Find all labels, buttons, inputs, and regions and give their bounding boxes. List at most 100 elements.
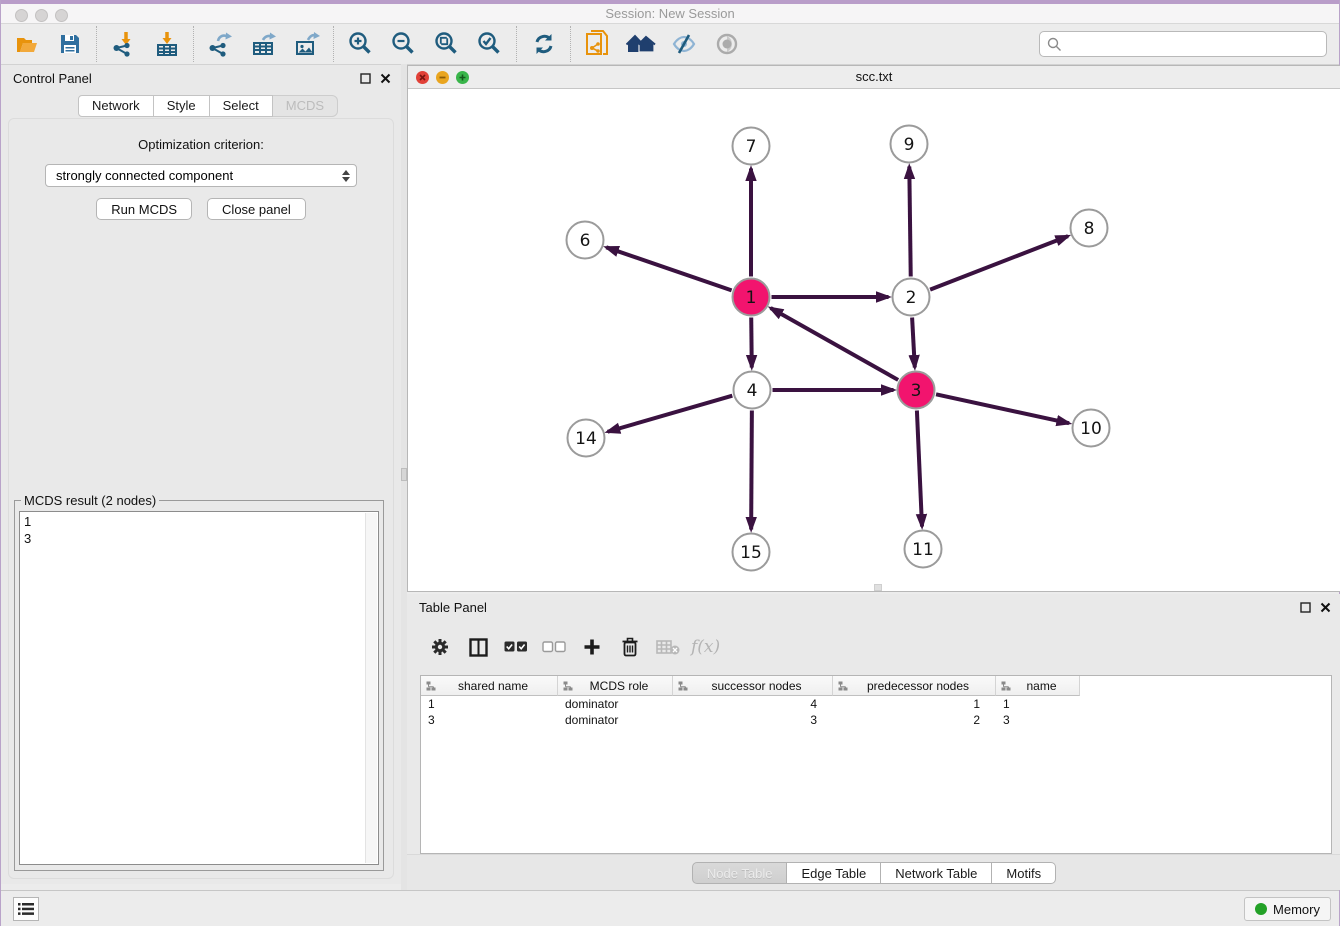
save-session-button[interactable]: [48, 26, 91, 62]
minimize-window-button[interactable]: [35, 9, 48, 22]
delete-columns-button[interactable]: [611, 632, 649, 662]
tab-select[interactable]: Select: [210, 95, 273, 117]
table-tabs: Node TableEdge TableNetwork TableMotifs: [407, 862, 1340, 884]
deselect-all-columns-button[interactable]: [535, 632, 573, 662]
network-window-titlebar[interactable]: scc.txt: [408, 66, 1340, 89]
column-header-predecessor-nodes[interactable]: predecessor nodes: [833, 676, 996, 696]
float-panel-icon[interactable]: [359, 72, 371, 84]
close-panel-button[interactable]: Close panel: [207, 198, 306, 220]
network-graph[interactable]: 7 9 6 8 1 2 4 3 14 10 15 11: [408, 89, 1340, 591]
table-cell: 1: [421, 696, 558, 712]
export-image-button[interactable]: [285, 26, 328, 62]
edge-1-6[interactable]: [606, 247, 731, 290]
node-2[interactable]: 2: [893, 279, 930, 316]
node-3[interactable]: 3: [898, 372, 935, 409]
node-4[interactable]: 4: [734, 372, 771, 409]
open-session-button[interactable]: [5, 26, 48, 62]
node-9[interactable]: 9: [891, 126, 928, 163]
column-header-shared-name[interactable]: shared name: [421, 676, 558, 696]
create-column-button[interactable]: [573, 632, 611, 662]
table-settings-button[interactable]: [421, 632, 459, 662]
column-header-successor-nodes[interactable]: successor nodes: [673, 676, 833, 696]
network-close-button[interactable]: [416, 71, 429, 84]
edge-3-1[interactable]: [771, 308, 899, 380]
task-history-button[interactable]: [13, 897, 39, 921]
close-table-panel-icon[interactable]: [1319, 601, 1331, 613]
export-table-icon: [251, 31, 277, 57]
edge-4-14[interactable]: [608, 396, 733, 432]
gear-icon: [430, 637, 450, 657]
show-home-networks-button[interactable]: [619, 26, 662, 62]
column-header-name[interactable]: name: [996, 676, 1080, 696]
zoom-fit-button[interactable]: [425, 26, 468, 62]
network-window-controls: [416, 71, 469, 84]
table-row[interactable]: 3dominator323: [421, 712, 1331, 728]
column-header-MCDS-role[interactable]: MCDS role: [558, 676, 673, 696]
node-table: shared nameMCDS rolesuccessor nodesprede…: [420, 675, 1332, 854]
export-network-button[interactable]: [199, 26, 242, 62]
edge-3-11[interactable]: [917, 410, 922, 526]
node-11[interactable]: 11: [905, 531, 942, 568]
node-label: 1: [746, 288, 757, 308]
table-cell: 1: [833, 696, 996, 712]
zoom-selected-button[interactable]: [468, 26, 511, 62]
main-toolbar: [1, 24, 1339, 65]
tab-network[interactable]: Network: [78, 95, 154, 117]
node-6[interactable]: 6: [567, 222, 604, 259]
node-8[interactable]: 8: [1071, 210, 1108, 247]
node-label: 9: [904, 135, 915, 155]
show-columns-button[interactable]: [459, 632, 497, 662]
import-table-button[interactable]: [145, 26, 188, 62]
node-10[interactable]: 10: [1073, 410, 1110, 447]
zoom-in-button[interactable]: [339, 26, 382, 62]
tab-mcds[interactable]: MCDS: [273, 95, 338, 117]
edge-1-4[interactable]: [751, 317, 752, 367]
edge-2-3[interactable]: [912, 317, 915, 367]
search-input[interactable]: [1039, 31, 1327, 57]
eye-slash-icon: [671, 32, 697, 56]
table-row[interactable]: 1dominator411: [421, 696, 1331, 712]
node-7[interactable]: 7: [733, 128, 770, 165]
edge-2-9[interactable]: [909, 166, 910, 276]
node-1[interactable]: 1: [733, 279, 770, 316]
mcds-result-box[interactable]: 13: [19, 511, 379, 865]
run-mcds-button[interactable]: Run MCDS: [96, 198, 192, 220]
node-15[interactable]: 15: [733, 534, 770, 571]
float-table-panel-icon[interactable]: [1299, 601, 1311, 613]
zoom-window-button[interactable]: [55, 9, 68, 22]
memory-button[interactable]: Memory: [1244, 897, 1331, 921]
network-canvas[interactable]: 7 9 6 8 1 2 4 3 14 10 15 11: [408, 89, 1340, 591]
horizontal-splitter-grip[interactable]: [874, 584, 882, 591]
select-all-columns-button[interactable]: [497, 632, 535, 662]
result-line: 3: [24, 530, 374, 547]
tab-motifs[interactable]: Motifs: [992, 862, 1056, 884]
import-table-icon: [155, 31, 179, 57]
import-network-button[interactable]: [102, 26, 145, 62]
close-panel-icon[interactable]: [379, 72, 391, 84]
show-graphics-details-button[interactable]: [705, 26, 748, 62]
clone-network-button[interactable]: [576, 26, 619, 62]
edge-4-15[interactable]: [751, 410, 752, 529]
fx-label: f(x): [689, 637, 720, 657]
result-scrollbar[interactable]: [365, 513, 377, 863]
edge-3-10[interactable]: [936, 394, 1069, 423]
tab-style[interactable]: Style: [154, 95, 210, 117]
hide-graphics-details-button[interactable]: [662, 26, 705, 62]
network-zoom-button[interactable]: [456, 71, 469, 84]
node-14[interactable]: 14: [568, 420, 605, 457]
table-panel: Table Panel: [407, 594, 1340, 890]
close-window-button[interactable]: [15, 9, 28, 22]
refresh-view-button[interactable]: [522, 26, 565, 62]
tab-node-table[interactable]: Node Table: [692, 862, 788, 884]
control-panel-header: Control Panel: [1, 65, 401, 91]
tab-network-table[interactable]: Network Table: [881, 862, 992, 884]
result-line: 1: [24, 513, 374, 530]
export-table-button[interactable]: [242, 26, 285, 62]
table-cell: 4: [673, 696, 833, 712]
zoom-out-button[interactable]: [382, 26, 425, 62]
tab-edge-table[interactable]: Edge Table: [787, 862, 881, 884]
criterion-select[interactable]: strongly connected component: [45, 164, 357, 187]
optimization-criterion-label: Optimization criterion:: [9, 137, 393, 152]
network-minimize-button[interactable]: [436, 71, 449, 84]
edge-2-8[interactable]: [930, 236, 1068, 289]
